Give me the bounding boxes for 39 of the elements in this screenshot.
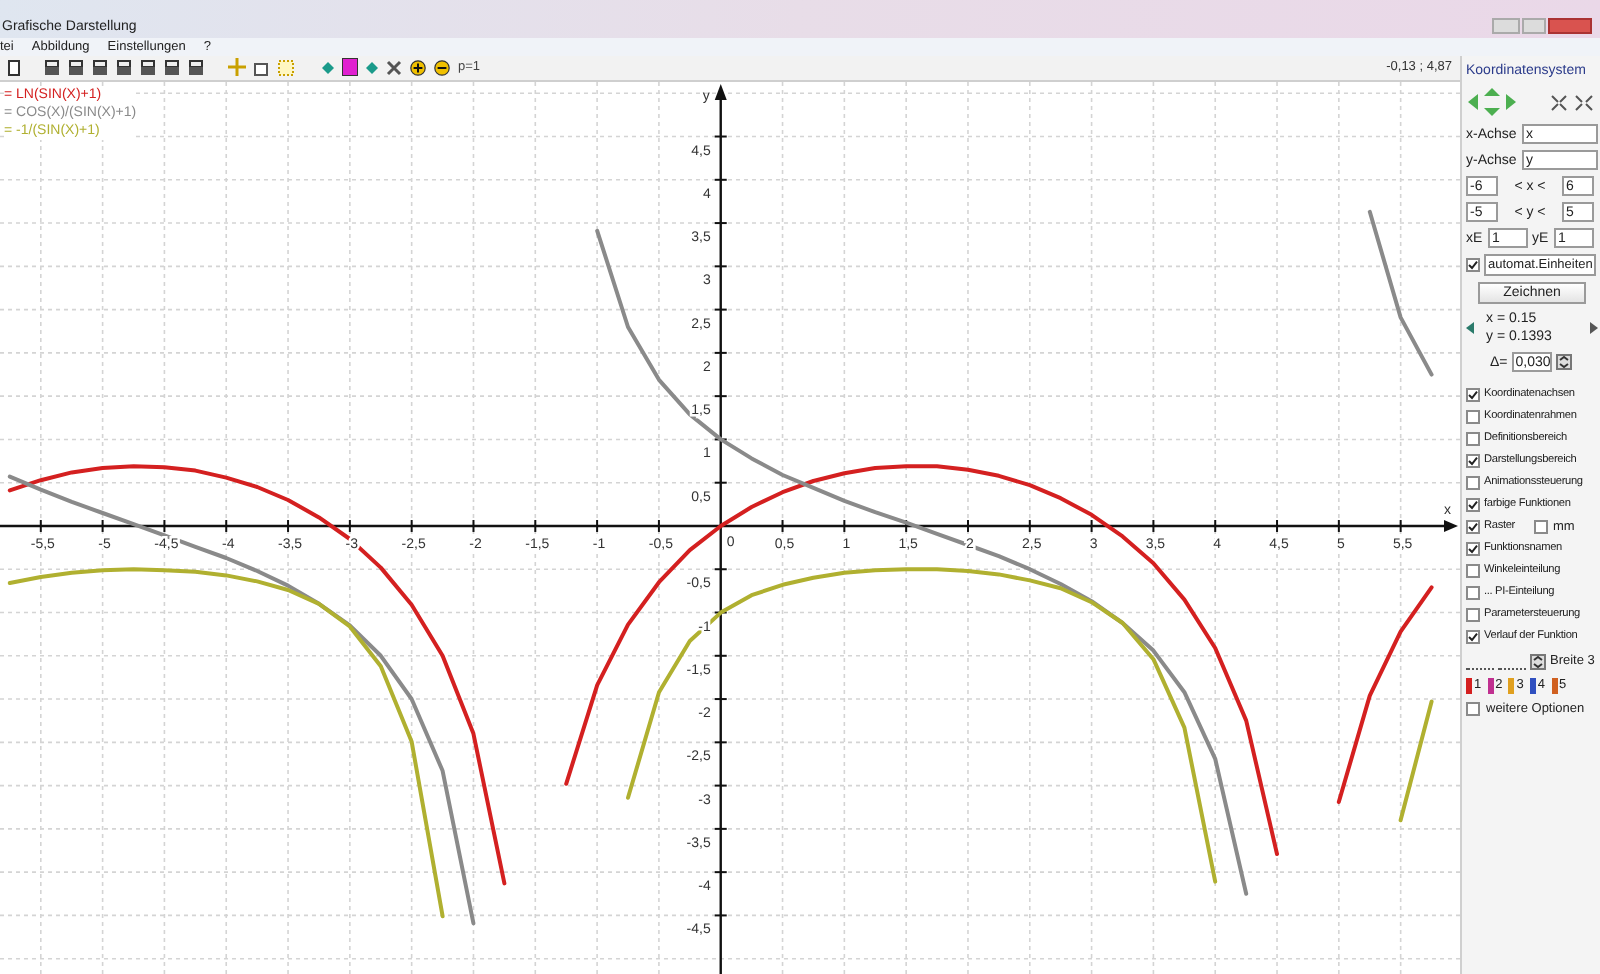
printer-icon[interactable] bbox=[44, 59, 60, 76]
spinner-icon[interactable] bbox=[1555, 354, 1572, 370]
right-triangle-icon[interactable] bbox=[1590, 322, 1598, 334]
diamond-icon[interactable] bbox=[366, 61, 378, 74]
checkbox[interactable] bbox=[1466, 258, 1480, 272]
printer-icon[interactable] bbox=[68, 59, 84, 76]
checkbox[interactable] bbox=[1466, 476, 1480, 490]
diamond-icon[interactable] bbox=[322, 61, 334, 74]
checkbox[interactable] bbox=[1466, 388, 1480, 402]
checkbox[interactable] bbox=[1466, 564, 1480, 578]
printer-icon[interactable] bbox=[92, 59, 108, 76]
printer-icon[interactable] bbox=[188, 59, 204, 76]
function-color-swatch[interactable] bbox=[1529, 677, 1536, 693]
checkbox[interactable] bbox=[1466, 586, 1480, 600]
arrow-pad-icon[interactable] bbox=[1466, 86, 1518, 118]
page-icon[interactable] bbox=[8, 59, 20, 76]
checkbox[interactable] bbox=[1466, 608, 1480, 622]
checkbox[interactable] bbox=[1466, 630, 1480, 644]
checkbox[interactable] bbox=[1534, 520, 1549, 534]
checkbox[interactable] bbox=[1466, 432, 1480, 446]
function-color-swatch[interactable] bbox=[1487, 677, 1494, 693]
spinner-icon[interactable] bbox=[1530, 653, 1546, 669]
checkbox[interactable] bbox=[1466, 702, 1480, 716]
zoom-icon[interactable] bbox=[1550, 93, 1594, 111]
window-icon[interactable] bbox=[254, 59, 270, 76]
checkbox[interactable] bbox=[1466, 454, 1480, 468]
printer-icon[interactable] bbox=[164, 59, 180, 76]
minus-circle-icon[interactable] bbox=[434, 59, 450, 76]
function-color-swatch[interactable] bbox=[1551, 677, 1557, 693]
function-color-swatch[interactable] bbox=[1466, 677, 1472, 693]
checkbox[interactable] bbox=[1466, 520, 1480, 534]
printer-icon[interactable] bbox=[116, 59, 132, 76]
function-color-swatch[interactable] bbox=[1508, 677, 1515, 693]
checkbox[interactable] bbox=[1466, 498, 1480, 512]
checkbox[interactable] bbox=[1466, 410, 1480, 424]
checkbox[interactable] bbox=[1466, 542, 1480, 556]
left-triangle-icon[interactable] bbox=[1466, 322, 1474, 334]
plus-circle-icon[interactable] bbox=[410, 59, 426, 76]
printer-icon[interactable] bbox=[140, 59, 156, 76]
